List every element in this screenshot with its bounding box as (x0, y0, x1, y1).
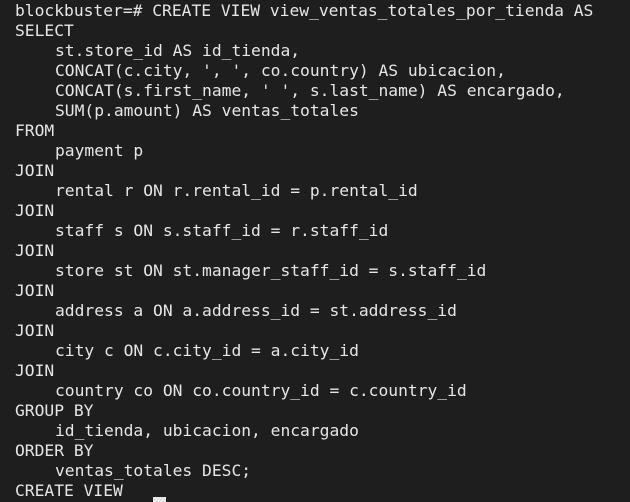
sql-order-by-columns: ventas_totales DESC; (55, 461, 252, 480)
sql-join-condition: country co ON co.country_id = c.country_… (55, 381, 467, 400)
sql-keyword-line: FROM (15, 121, 55, 140)
sql-keyword-line: JOIN (15, 161, 55, 180)
sql-keyword-line: ORDER BY (15, 441, 94, 460)
result-status-line: CREATE VIEW (15, 481, 123, 500)
sql-join-condition: rental r ON r.rental_id = p.rental_id (55, 181, 418, 200)
sql-keyword-line: GROUP BY (15, 401, 94, 420)
sql-join-condition: address a ON a.address_id = st.address_i… (55, 301, 457, 320)
sql-keyword-line: JOIN (15, 361, 55, 380)
terminal-window[interactable]: blockbuster=# CREATE VIEW view_ventas_to… (0, 0, 630, 502)
sql-select-column: CONCAT(c.city, ', ', co.country) AS ubic… (55, 61, 506, 80)
sql-keyword-line: SELECT (15, 21, 74, 40)
sql-keyword-line: JOIN (15, 321, 55, 340)
sql-select-column: CONCAT(s.first_name, ' ', s.last_name) A… (55, 81, 565, 100)
sql-join-condition: store st ON st.manager_staff_id = s.staf… (55, 261, 487, 280)
sql-select-column: SUM(p.amount) AS ventas_totales (55, 101, 359, 120)
prompt-command-line: blockbuster=# CREATE VIEW view_ventas_to… (15, 1, 594, 20)
sql-keyword-line: JOIN (15, 201, 55, 220)
sql-table-line: payment p (55, 141, 144, 160)
sql-join-condition: city c ON c.city_id = a.city_id (55, 341, 359, 360)
sql-keyword-line: JOIN (15, 241, 55, 260)
sql-select-column: st.store_id AS id_tienda, (55, 41, 301, 60)
text-cursor (153, 497, 166, 502)
terminal-output: blockbuster=# CREATE VIEW view_ventas_to… (15, 1, 593, 501)
sql-keyword-line: JOIN (15, 281, 55, 300)
sql-group-by-columns: id_tienda, ubicacion, encargado (55, 421, 359, 440)
sql-join-condition: staff s ON s.staff_id = r.staff_id (55, 221, 389, 240)
